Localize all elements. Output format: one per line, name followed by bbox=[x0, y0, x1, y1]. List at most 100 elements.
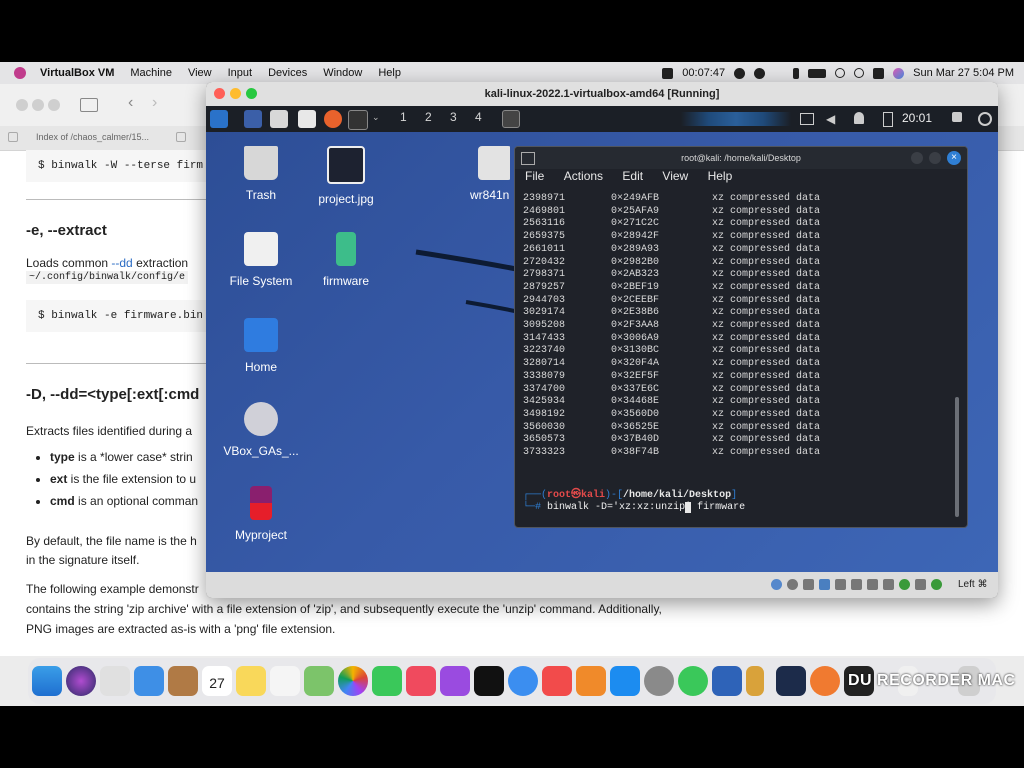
books-icon[interactable] bbox=[576, 666, 606, 696]
cpu-icon[interactable] bbox=[899, 579, 910, 590]
terminal-task-icon[interactable] bbox=[502, 110, 520, 128]
terminal-scrollbar[interactable] bbox=[955, 397, 959, 517]
virtualbox-icon[interactable] bbox=[712, 666, 742, 696]
spotlight-search-icon[interactable] bbox=[854, 68, 865, 78]
shared-folder-icon[interactable] bbox=[851, 579, 862, 590]
tab-index[interactable]: Index of /chaos_calmer/15... bbox=[36, 132, 149, 142]
minimize-icon[interactable] bbox=[230, 88, 241, 99]
back-arrow-icon[interactable]: ‹ bbox=[128, 94, 133, 112]
podcasts-icon[interactable] bbox=[440, 666, 470, 696]
terminal-menu-view[interactable]: View bbox=[662, 169, 688, 183]
workspace-2[interactable]: 2 bbox=[425, 110, 432, 124]
recording-icon[interactable] bbox=[883, 579, 894, 590]
logout-icon[interactable] bbox=[978, 112, 992, 126]
menu-input[interactable]: Input bbox=[228, 67, 252, 79]
notes-icon[interactable] bbox=[236, 666, 266, 696]
pause-icon[interactable] bbox=[734, 67, 746, 79]
zoom-icon[interactable] bbox=[246, 88, 257, 99]
desktop-icon-firmware[interactable]: firmware bbox=[306, 232, 386, 288]
mouse-integration-icon[interactable] bbox=[915, 579, 926, 590]
siri-icon[interactable] bbox=[66, 666, 96, 696]
desktop-icon-myproject[interactable]: Myproject bbox=[221, 486, 301, 542]
wifi-icon[interactable] bbox=[835, 68, 846, 78]
optical-drive-icon[interactable] bbox=[787, 579, 798, 590]
desktop-icon-project-jpg[interactable]: project.jpg bbox=[306, 146, 386, 206]
camera-record-icon[interactable] bbox=[662, 67, 674, 79]
battery-icon[interactable] bbox=[808, 68, 827, 78]
apple-logo-icon[interactable] bbox=[14, 67, 26, 79]
reminders-icon[interactable] bbox=[270, 666, 300, 696]
volume-icon[interactable]: ◀ bbox=[826, 112, 835, 126]
system-preferences-icon[interactable] bbox=[644, 666, 674, 696]
safari-icon[interactable] bbox=[508, 666, 538, 696]
photos-icon[interactable] bbox=[338, 666, 368, 696]
maps-icon[interactable] bbox=[304, 666, 334, 696]
maximize-icon[interactable] bbox=[929, 152, 941, 164]
desktop-icon-vbox-gas[interactable]: VBox_GAs_... bbox=[221, 402, 301, 458]
apple-tv-icon[interactable] bbox=[474, 666, 504, 696]
contacts-icon[interactable] bbox=[168, 666, 198, 696]
minimize-icon[interactable] bbox=[911, 152, 923, 164]
zoom-icon[interactable] bbox=[48, 99, 60, 111]
usb-icon[interactable] bbox=[835, 579, 846, 590]
launchpad-icon[interactable] bbox=[100, 666, 130, 696]
menu-devices[interactable]: Devices bbox=[268, 67, 307, 79]
archive-utility-icon[interactable] bbox=[746, 666, 764, 696]
sidebar-toggle-icon[interactable] bbox=[80, 98, 98, 112]
notification-bell-icon[interactable] bbox=[854, 112, 864, 124]
app-store-icon[interactable] bbox=[610, 666, 640, 696]
workspace-3[interactable]: 3 bbox=[450, 110, 457, 124]
power-battery-icon[interactable] bbox=[883, 112, 893, 127]
siri-icon[interactable] bbox=[893, 67, 905, 79]
chevron-down-icon[interactable]: ⌄ bbox=[372, 112, 380, 123]
menu-help[interactable]: Help bbox=[378, 67, 401, 79]
terminal-launcher-icon[interactable] bbox=[348, 110, 368, 130]
hard-disk-icon[interactable] bbox=[771, 579, 782, 590]
workspace-4[interactable]: 4 bbox=[475, 110, 482, 124]
firefox-icon[interactable] bbox=[324, 110, 342, 128]
menu-window[interactable]: Window bbox=[323, 67, 362, 79]
terminal-menu-edit[interactable]: Edit bbox=[622, 169, 643, 183]
file-manager-icon[interactable] bbox=[270, 110, 288, 128]
news-icon[interactable] bbox=[542, 666, 572, 696]
close-icon[interactable] bbox=[16, 99, 28, 111]
show-desktop-icon[interactable] bbox=[244, 110, 262, 128]
network-icon[interactable] bbox=[819, 579, 830, 590]
text-editor-icon[interactable] bbox=[298, 110, 316, 128]
finder-icon[interactable] bbox=[32, 666, 62, 696]
mail-icon[interactable] bbox=[134, 666, 164, 696]
kali-menu-icon[interactable] bbox=[210, 110, 228, 128]
vm-state-icon[interactable] bbox=[931, 579, 942, 590]
terminal-menu-file[interactable]: File bbox=[525, 169, 544, 183]
menubar-app-name[interactable]: VirtualBox VM bbox=[40, 67, 114, 79]
desktop-icon-wr841n[interactable]: wr841n bbox=[470, 146, 510, 202]
menu-view[interactable]: View bbox=[188, 67, 212, 79]
menu-machine[interactable]: Machine bbox=[130, 67, 172, 79]
facetime-icon[interactable] bbox=[372, 666, 402, 696]
display-icon[interactable] bbox=[867, 579, 878, 590]
terminal-menu-help[interactable]: Help bbox=[708, 169, 733, 183]
close-icon[interactable] bbox=[214, 88, 225, 99]
messages-icon[interactable] bbox=[678, 666, 708, 696]
terminal-window[interactable]: root@kali: /home/kali/Desktop × File Act… bbox=[514, 146, 968, 528]
audio-icon[interactable] bbox=[803, 579, 814, 590]
music-icon[interactable] bbox=[406, 666, 436, 696]
desktop-icon-home[interactable]: Home bbox=[221, 318, 301, 374]
display-icon[interactable] bbox=[800, 113, 814, 125]
workspace-1[interactable]: 1 bbox=[400, 110, 407, 124]
desktop-icon-file-system[interactable]: File System bbox=[221, 232, 301, 288]
terminal-output[interactable]: 2398971 0×249AFB xz compressed data 2469801… bbox=[523, 193, 943, 523]
minimize-icon[interactable] bbox=[32, 99, 44, 111]
screenshot-thumbnail-icon[interactable] bbox=[776, 666, 806, 696]
du-recorder-icon[interactable] bbox=[810, 666, 840, 696]
virtualbox-window[interactable]: kali-linux-2022.1-virtualbox-amd64 [Runn… bbox=[206, 82, 998, 598]
terminal-command-line[interactable]: └─# binwalk -D='xz:xz:unzip' firmware bbox=[523, 502, 943, 515]
stop-icon[interactable] bbox=[754, 67, 766, 79]
lock-icon[interactable] bbox=[952, 112, 962, 122]
forward-arrow-icon[interactable]: › bbox=[152, 94, 157, 112]
terminal-menu-actions[interactable]: Actions bbox=[564, 169, 603, 183]
control-center-icon[interactable] bbox=[873, 67, 885, 79]
bluetooth-icon[interactable] bbox=[793, 67, 800, 79]
close-icon[interactable]: × bbox=[947, 151, 961, 165]
calendar-icon[interactable]: 27 bbox=[202, 666, 232, 696]
